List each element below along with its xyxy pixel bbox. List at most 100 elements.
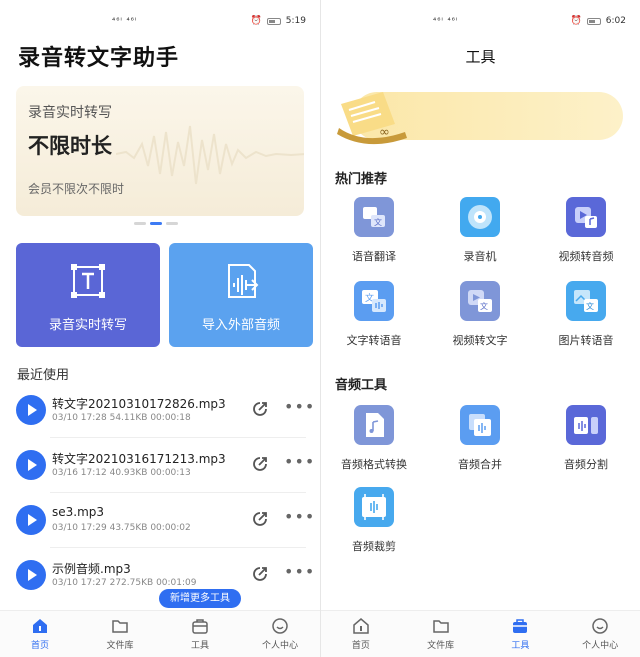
disc-icon [468, 205, 492, 229]
tab-profile[interactable]: 个人中心 [560, 611, 640, 657]
tab-files[interactable]: 文件库 [401, 611, 481, 657]
play-button[interactable] [16, 560, 46, 590]
merge-icon [469, 414, 491, 436]
svg-text:文: 文 [480, 301, 488, 311]
tool-text-to-speech[interactable]: 文 文字转语音 [321, 281, 427, 348]
tool-audio-format[interactable]: 音频格式转换 [321, 405, 427, 472]
play-button[interactable] [16, 395, 46, 425]
audio-merge-tile [460, 405, 500, 445]
import-audio-icon [228, 264, 259, 298]
home-screen: ⁴⁶ᴵ ⁴⁶ᴵ ⏰ 5:19 录音转文字助手 录音实时转写 不限时长 会员不限次… [0, 0, 320, 657]
page-dot-active [150, 222, 162, 225]
list-item[interactable]: 转文字20210310172826.mp3 03/10 17:28 54.11K… [0, 383, 320, 438]
trim-icon [362, 494, 386, 520]
banner-caption: 会员不限次不限时 [28, 182, 125, 196]
more-options-icon[interactable]: ••• [284, 562, 315, 581]
video-to-text-tile: 文 [460, 281, 500, 321]
tool-voice-translate[interactable]: 文 语音翻译 [321, 197, 427, 264]
tools-banner[interactable]: ∞ [335, 92, 623, 145]
play-button[interactable] [16, 505, 46, 535]
share-icon[interactable] [250, 509, 270, 529]
video-music-icon [575, 207, 597, 228]
folder-icon [432, 620, 449, 633]
banner-subtitle: 录音实时转写 [28, 105, 112, 121]
audio-split-tile [566, 405, 606, 445]
translate-icon: 文 [363, 207, 385, 227]
tool-label: 音频合并 [458, 458, 502, 471]
promo-banner[interactable]: 录音实时转写 不限时长 会员不限次不限时 [16, 86, 304, 216]
tool-label: 音频裁剪 [352, 540, 396, 553]
video-to-audio-tile [566, 197, 606, 237]
tool-label: 图片转语音 [558, 334, 614, 347]
tools-screen: ⁴⁶ᴵ ⁴⁶ᴵ ⏰ 6:02 工具 ∞ 热门推荐 文 语音翻译 录音机 视频转音… [320, 0, 640, 657]
toolbox-icon [192, 619, 208, 634]
signal-indicator: ⁴⁶ᴵ ⁴⁶ᴵ [433, 16, 459, 25]
tool-video-to-text[interactable]: 文 视频转文字 [427, 281, 533, 348]
list-item[interactable]: se3.mp3 03/10 17:29 43.75KB 00:00:02 ••• [0, 493, 320, 548]
tool-video-to-audio[interactable]: 视频转音频 [533, 197, 639, 264]
recording-meta: 03/16 17:12 40.93KB 00:00:13 [52, 468, 191, 478]
bottom-tab-bar: 首页 文件库 工具 个人中心 [321, 610, 640, 657]
tab-tools[interactable]: 工具 [481, 611, 561, 657]
recent-section-title: 最近使用 [17, 368, 70, 383]
play-button[interactable] [16, 450, 46, 480]
text-frame-icon [71, 264, 105, 298]
tab-home[interactable]: 首页 [0, 611, 80, 657]
realtime-transcribe-card[interactable]: 录音实时转写 [16, 243, 160, 347]
tool-label: 音频分割 [564, 458, 608, 471]
tool-label: 音频格式转换 [341, 458, 407, 471]
clock: 6:02 [605, 16, 626, 26]
clock: 5:19 [285, 16, 306, 26]
recording-meta: 03/10 17:27 272.75KB 00:01:09 [52, 578, 197, 588]
page-dot [134, 222, 146, 225]
svg-text:文: 文 [374, 217, 382, 227]
recording-name: 转文字20210316171213.mp3 [52, 452, 226, 466]
tool-audio-merge[interactable]: 音频合并 [427, 405, 533, 472]
more-options-icon[interactable]: ••• [284, 397, 315, 416]
import-audio-card[interactable]: 导入外部音频 [169, 243, 313, 347]
home-icon [353, 618, 369, 634]
new-tools-tooltip[interactable]: 新增更多工具 [159, 589, 241, 608]
signal-indicator: ⁴⁶ᴵ ⁴⁶ᴵ [112, 16, 138, 25]
audio-format-tile [354, 405, 394, 445]
tab-tools[interactable]: 工具 [160, 611, 240, 657]
recording-name: 示例音频.mp3 [52, 562, 131, 576]
share-icon[interactable] [250, 399, 270, 419]
more-options-icon[interactable]: ••• [284, 452, 315, 471]
share-icon[interactable] [250, 564, 270, 584]
tool-recorder[interactable]: 录音机 [427, 197, 533, 264]
tool-label: 视频转文字 [452, 334, 508, 347]
tool-label: 语音翻译 [352, 250, 396, 263]
tool-audio-split[interactable]: 音频分割 [533, 405, 639, 472]
recent-list: 转文字20210310172826.mp3 03/10 17:28 54.11K… [0, 383, 320, 603]
tab-files[interactable]: 文件库 [80, 611, 160, 657]
app-title: 录音转文字助手 [18, 46, 180, 71]
status-bar: ⁴⁶ᴵ ⁴⁶ᴵ ⏰ 5:19 [0, 12, 320, 32]
infinity-scroll-icon: ∞ [337, 92, 407, 145]
toolbox-icon [513, 619, 528, 633]
list-item[interactable]: 转文字20210316171213.mp3 03/16 17:12 40.93K… [0, 438, 320, 493]
alarm-icon: ⏰ [250, 16, 262, 26]
realtime-transcribe-label: 录音实时转写 [48, 318, 127, 333]
tab-home[interactable]: 首页 [321, 611, 401, 657]
split-icon [574, 417, 598, 434]
folder-icon [112, 620, 128, 633]
more-options-icon[interactable]: ••• [284, 507, 315, 526]
page-dot [166, 222, 178, 225]
share-icon[interactable] [250, 454, 270, 474]
tool-image-to-speech[interactable]: 文 图片转语音 [533, 281, 639, 348]
tool-label: 录音机 [463, 250, 497, 263]
music-file-icon [366, 413, 384, 437]
image-to-speech-tile: 文 [566, 281, 606, 321]
alarm-icon: ⏰ [570, 16, 582, 26]
waveform-decoration-icon [116, 125, 304, 185]
bottom-tab-bar: 首页 文件库 工具 个人中心 [0, 610, 320, 657]
audio-section-title: 音频工具 [335, 378, 388, 393]
banner-headline: 不限时长 [28, 134, 112, 158]
hot-section-title: 热门推荐 [335, 172, 388, 187]
svg-text:文: 文 [586, 301, 594, 311]
svg-text:∞: ∞ [379, 125, 390, 140]
tab-profile[interactable]: 个人中心 [240, 611, 320, 657]
tool-audio-trim[interactable]: 音频裁剪 [321, 487, 427, 554]
text-speech-icon: 文 [362, 290, 386, 312]
